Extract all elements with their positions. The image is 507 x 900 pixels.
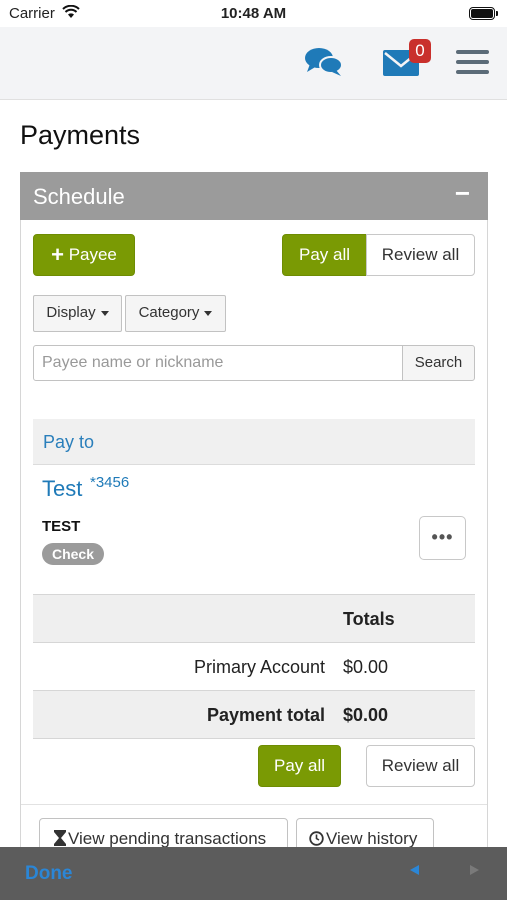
battery-icon (469, 7, 498, 20)
next-arrow-icon[interactable] (470, 865, 479, 875)
chat-icon[interactable] (304, 47, 344, 82)
add-payee-button[interactable]: + Payee (33, 234, 135, 276)
payee-name-link[interactable]: Test (42, 476, 82, 502)
add-payee-label: Payee (68, 245, 117, 264)
schedule-panel-header[interactable]: Schedule − (20, 172, 488, 220)
more-options-button[interactable]: ••• (419, 516, 466, 560)
payment-method-badge: Check (42, 543, 104, 565)
review-all-bottom-button[interactable]: Review all (366, 745, 475, 787)
view-history-label: View history (326, 829, 418, 848)
page-title: Payments (20, 120, 141, 150)
pay-all-bottom-button[interactable]: Pay all (258, 745, 341, 787)
totals-bottom-border (33, 738, 475, 739)
previous-arrow-icon[interactable] (410, 865, 419, 875)
totals-header: Totals (343, 609, 395, 629)
row-label: Payment total (206, 705, 325, 725)
pay-all-button[interactable]: Pay all (282, 234, 367, 276)
bottom-toolbar: Done (0, 847, 507, 900)
clock-time: 10:48 AM (220, 5, 287, 22)
search-button[interactable]: Search (402, 345, 475, 381)
chevron-down-icon (204, 310, 213, 316)
payee-account-number: *3456 (90, 474, 130, 491)
mail-count-badge: 0 (409, 39, 431, 63)
panel-title: Schedule (33, 184, 125, 209)
row-value: $0.00 (343, 705, 389, 725)
view-pending-label: View pending transactions (68, 829, 267, 848)
display-dropdown[interactable]: Display (33, 295, 122, 332)
pay-to-label: Pay to (43, 432, 95, 452)
table-row: Primary Account $0.00 (33, 642, 475, 690)
totals-header-row: Totals (33, 594, 475, 642)
display-label: Display (46, 304, 96, 321)
plus-icon: + (51, 242, 64, 267)
collapse-icon[interactable]: − (455, 178, 470, 209)
row-label: Primary Account (193, 657, 325, 677)
done-button[interactable]: Done (25, 863, 73, 885)
payee-nickname: TEST (42, 518, 81, 535)
review-all-button[interactable]: Review all (366, 234, 475, 276)
category-label: Category (138, 304, 200, 321)
status-bar: Carrier 10:48 AM (0, 0, 507, 27)
category-dropdown[interactable]: Category (125, 295, 226, 332)
chevron-down-icon (100, 310, 109, 316)
divider (21, 804, 487, 805)
menu-icon[interactable] (456, 48, 489, 81)
payee-search-input[interactable]: Payee name or nickname (33, 345, 403, 381)
totals-table: Totals Primary Account $0.00 Payment tot… (33, 594, 475, 738)
table-row: Payment total $0.00 (33, 690, 475, 738)
top-navigation: 0 (0, 27, 507, 100)
row-value: $0.00 (343, 657, 389, 677)
pay-to-header: Pay to (33, 419, 475, 465)
